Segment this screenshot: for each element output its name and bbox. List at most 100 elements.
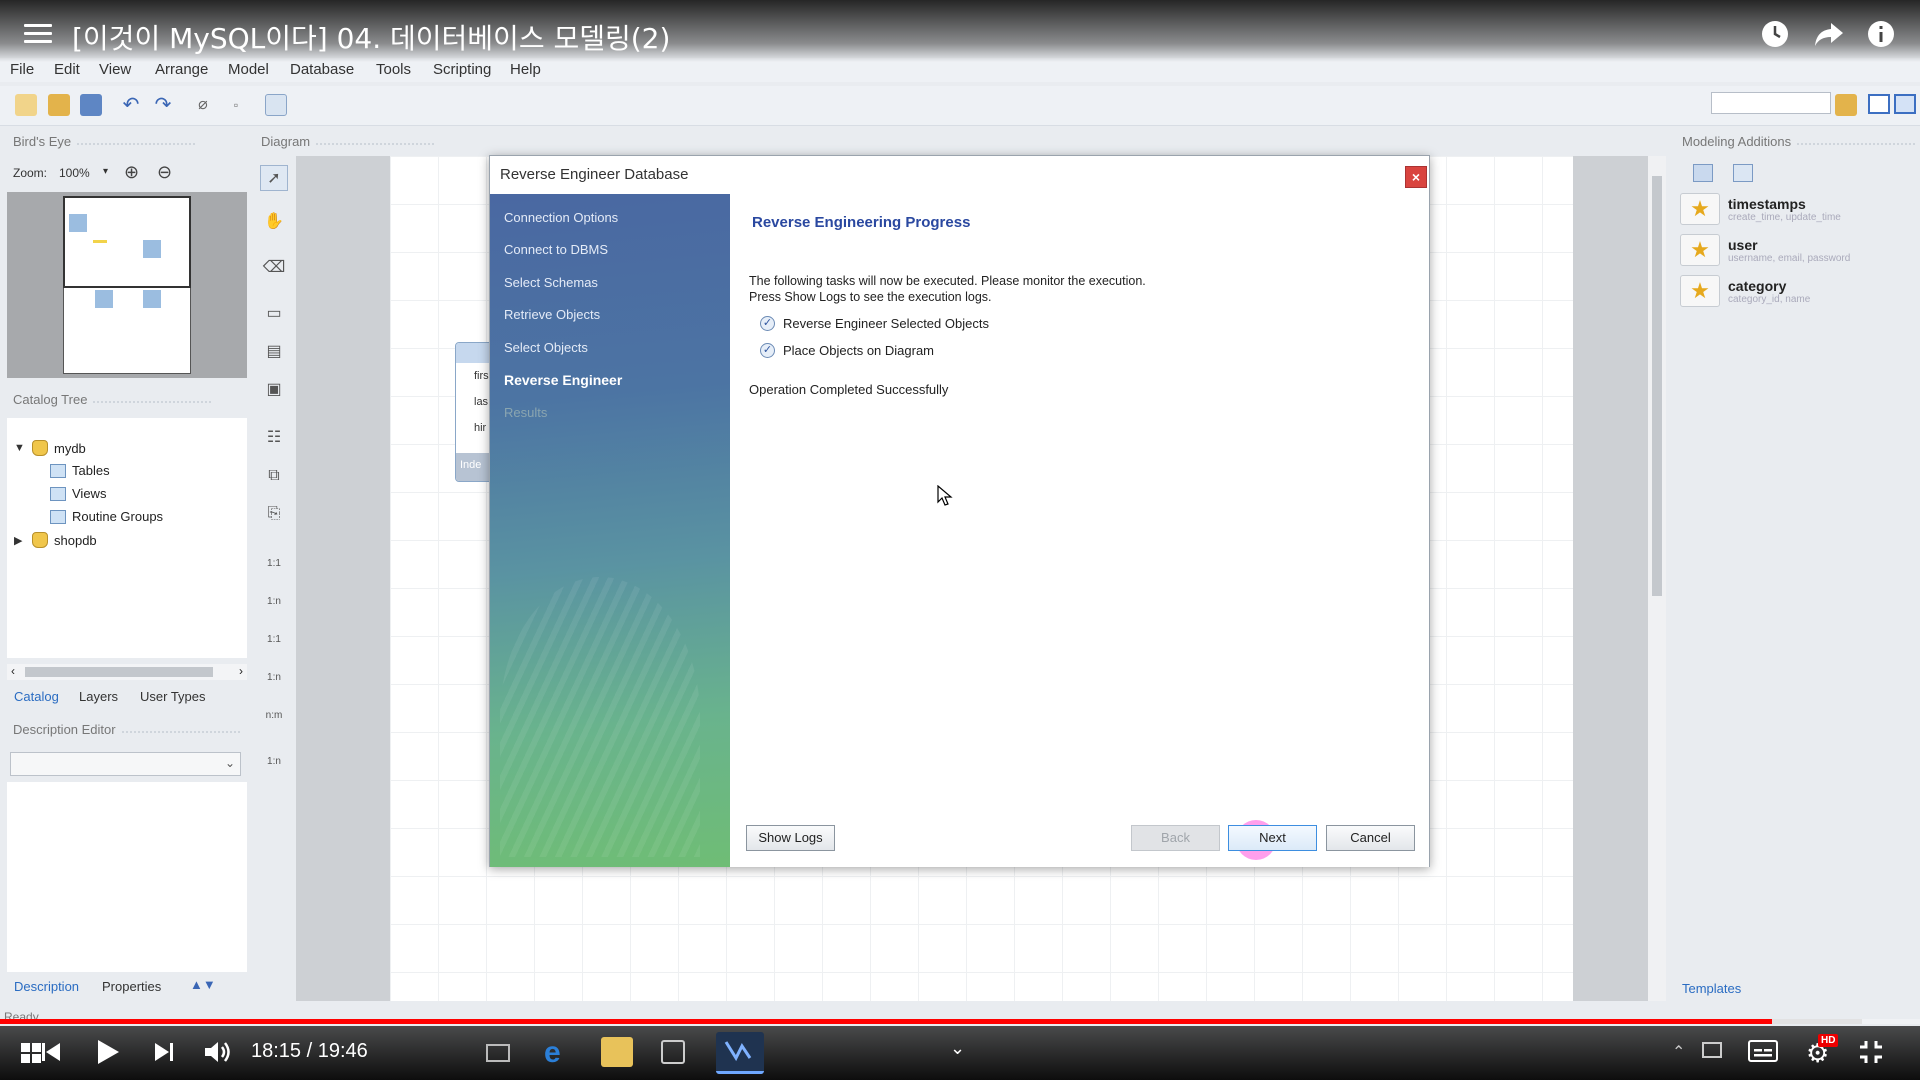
toggle-sidebar-left-icon[interactable]: [1868, 94, 1890, 114]
snippet-options-icon[interactable]: [1733, 164, 1753, 182]
catalog-hscroll[interactable]: ‹ ›: [7, 664, 247, 680]
relationship-1-1-id-icon[interactable]: 1:1: [260, 627, 288, 653]
show-logs-button[interactable]: Show Logs: [746, 825, 835, 851]
image-tool-icon[interactable]: ▣: [260, 377, 288, 403]
toolbar-search-input[interactable]: [1711, 92, 1831, 114]
play-icon[interactable]: [96, 1039, 120, 1068]
tab-layers[interactable]: Layers: [79, 689, 118, 704]
addition-timestamps[interactable]: ★ timestamps create_time, update_time: [1680, 190, 1906, 228]
mysql-workbench-taskbar-icon[interactable]: [716, 1032, 764, 1074]
save-icon[interactable]: [80, 94, 102, 116]
relationship-n-m-icon[interactable]: n:m: [260, 703, 288, 729]
open-folder-icon[interactable]: [48, 94, 70, 116]
text-tool-icon[interactable]: ▤: [260, 339, 288, 365]
menu-scripting[interactable]: Scripting: [433, 61, 491, 78]
add-snippet-icon[interactable]: [1693, 164, 1713, 182]
toggle-sidebar-right-icon[interactable]: [1894, 94, 1916, 114]
next-icon[interactable]: [153, 1041, 175, 1066]
volume-icon[interactable]: [203, 1039, 233, 1068]
zoom-value: 100%: [59, 166, 90, 180]
exit-fullscreen-icon[interactable]: [1858, 1039, 1884, 1068]
store-icon[interactable]: [661, 1040, 685, 1064]
relationship-1-n-icon[interactable]: 1:n: [260, 589, 288, 615]
menu-model[interactable]: Model: [228, 61, 269, 78]
layer-tool-icon[interactable]: ▭: [260, 301, 288, 327]
routine-tool-icon[interactable]: ⎘: [260, 501, 288, 527]
diagram-vscroll[interactable]: [1648, 156, 1666, 1001]
star-icon: ★: [1680, 193, 1720, 225]
scroll-thumb[interactable]: [1652, 176, 1662, 596]
video-played: [0, 1019, 1773, 1024]
menu-view[interactable]: View: [99, 61, 131, 78]
tree-item-shopdb[interactable]: ▶ shopdb: [14, 532, 97, 548]
share-icon[interactable]: [1813, 19, 1843, 49]
back-button[interactable]: Back: [1131, 825, 1220, 851]
description-editor-title: Description Editor: [13, 722, 241, 742]
diagram-icon[interactable]: [265, 94, 287, 116]
tab-scroll-icon[interactable]: ▲▼: [190, 977, 216, 992]
tab-catalog[interactable]: Catalog: [14, 689, 59, 704]
video-title[interactable]: [이것이 MySQL이다] 04. 데이터베이스 모델링(2): [72, 17, 670, 57]
zoom-out-icon[interactable]: ⊖: [157, 162, 172, 183]
menu-edit[interactable]: Edit: [54, 61, 80, 78]
cancel-button[interactable]: Cancel: [1326, 825, 1415, 851]
step-reverse-engineer: Reverse Engineer: [504, 372, 623, 388]
zoom-select[interactable]: 100% ▾: [57, 164, 117, 184]
info-icon[interactable]: [1866, 19, 1896, 49]
align-icon[interactable]: ▫: [225, 94, 247, 116]
zoom-in-icon[interactable]: ⊕: [124, 162, 139, 183]
tree-item-tables[interactable]: Tables: [50, 463, 110, 478]
addition-user[interactable]: ★ user username, email, password: [1680, 231, 1906, 269]
relationship-existing-icon[interactable]: 1:n: [260, 749, 288, 775]
new-file-icon[interactable]: [15, 94, 37, 116]
tab-properties[interactable]: Properties: [102, 979, 161, 994]
scroll-thumb[interactable]: [25, 667, 213, 677]
close-icon[interactable]: ×: [1405, 166, 1427, 188]
subtitles-icon[interactable]: [1748, 1040, 1778, 1062]
scroll-left-icon[interactable]: ‹: [11, 664, 15, 678]
tree-item-mydb[interactable]: ▼ mydb: [14, 440, 86, 456]
tree-item-views[interactable]: Views: [50, 486, 106, 501]
network-icon[interactable]: [1702, 1042, 1722, 1058]
previous-icon[interactable]: [40, 1041, 62, 1066]
menu-tools[interactable]: Tools: [376, 61, 411, 78]
relationship-1-1-icon[interactable]: 1:1: [260, 551, 288, 577]
modeling-additions-title: Modeling Additions: [1682, 134, 1918, 154]
relationship-1-n-id-icon[interactable]: 1:n: [260, 665, 288, 691]
file-explorer-icon[interactable]: [601, 1037, 633, 1067]
video-progress-bar[interactable]: [0, 1019, 1920, 1024]
undo-icon[interactable]: ↶: [120, 94, 142, 116]
menu-arrange[interactable]: Arrange: [155, 61, 208, 78]
collapse-triangle-icon[interactable]: ▶: [14, 534, 26, 547]
tab-templates[interactable]: Templates: [1682, 981, 1741, 996]
toggle-grid-icon[interactable]: ⌀: [192, 94, 214, 116]
search-options-icon[interactable]: [1835, 94, 1857, 116]
tab-description[interactable]: Description: [14, 979, 79, 994]
tray-chevron-up-icon[interactable]: ⌃: [1672, 1042, 1685, 1062]
edge-browser-icon[interactable]: e: [544, 1036, 561, 1070]
pointer-tool-icon[interactable]: ➚: [260, 165, 288, 191]
description-object-select[interactable]: ⌄: [10, 752, 241, 776]
windows-start-icon[interactable]: [20, 1042, 42, 1067]
view-tool-icon[interactable]: ⧉: [260, 463, 288, 489]
eraser-tool-icon[interactable]: ⌫: [260, 255, 288, 281]
hand-tool-icon[interactable]: ✋: [260, 209, 288, 235]
scroll-right-icon[interactable]: ›: [239, 664, 243, 678]
birds-eye-viewport[interactable]: [63, 196, 191, 288]
redo-icon[interactable]: ↷: [152, 94, 174, 116]
tab-user-types[interactable]: User Types: [140, 689, 206, 704]
playlist-menu-icon[interactable]: [24, 24, 52, 43]
tree-item-routine-groups[interactable]: Routine Groups: [50, 509, 163, 524]
table-tool-icon[interactable]: ☷: [260, 425, 288, 451]
next-button[interactable]: Next: [1228, 825, 1317, 851]
chevron-down-icon[interactable]: ⌄: [950, 1038, 965, 1059]
task-view-icon[interactable]: [486, 1044, 510, 1062]
addition-title: timestamps: [1728, 195, 1806, 212]
description-text-area[interactable]: [7, 782, 247, 972]
menu-file[interactable]: File: [10, 61, 34, 78]
watch-later-icon[interactable]: [1760, 19, 1790, 49]
menu-help[interactable]: Help: [510, 61, 541, 78]
menu-database[interactable]: Database: [290, 61, 354, 78]
expand-triangle-icon[interactable]: ▼: [14, 442, 26, 454]
addition-category[interactable]: ★ category category_id, name: [1680, 272, 1906, 310]
